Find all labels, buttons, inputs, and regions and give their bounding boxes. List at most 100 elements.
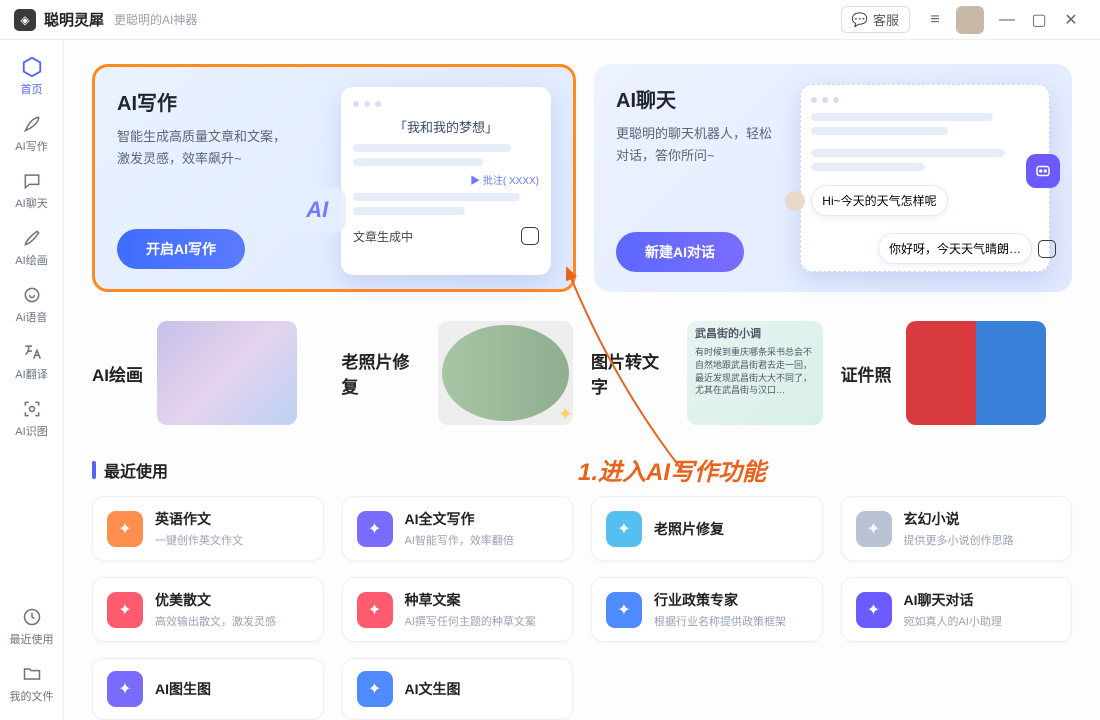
recent-card[interactable]: ✦ AI聊天对话宛如真人的AI小助理 xyxy=(841,577,1073,642)
hero-chat-title: AI聊天 xyxy=(616,84,811,113)
preview-annotation: ▶ 批注( XXXX) xyxy=(353,172,539,187)
user-avatar[interactable] xyxy=(956,6,984,34)
card-icon: ✦ xyxy=(357,511,393,547)
card-icon: ✦ xyxy=(856,592,892,628)
card-title: 种草文案 xyxy=(405,590,536,610)
hero-card-write[interactable]: AI写作 智能生成高质量文章和文案，激发灵感，效率飙升~ 开启AI写作 「我和我… xyxy=(92,64,576,292)
sidebar-label: 最近使用 xyxy=(10,631,54,647)
brush-icon xyxy=(21,227,43,249)
start-ai-write-button[interactable]: 开启AI写作 xyxy=(117,229,245,269)
customer-service-button[interactable]: 💬 客服 xyxy=(841,6,910,33)
sidebar-label: AI聊天 xyxy=(15,195,47,211)
card-title: 优美散文 xyxy=(155,590,276,610)
feature-tile[interactable]: AI绘画✦ xyxy=(92,314,324,432)
recent-section-header: 最近使用 xyxy=(92,458,1072,482)
service-label: 客服 xyxy=(873,10,899,29)
sidebar-item-files[interactable]: 我的文件 xyxy=(5,657,59,710)
card-title: 老照片修复 xyxy=(654,519,724,539)
hero-card-chat[interactable]: AI聊天 更聪明的聊天机器人，轻松对话，答你所问~ 新建AI对话 xyxy=(594,64,1072,292)
card-title: 玄幻小说 xyxy=(904,509,1014,529)
hex-mini-icon xyxy=(521,227,539,245)
chat-bubble-user: Hi~今天的天气怎样呢 xyxy=(785,185,947,216)
hero-chat-desc: 更聪明的聊天机器人，轻松对话，答你所问~ xyxy=(616,123,811,167)
sidebar-label: 首页 xyxy=(21,81,43,97)
sidebar-item-voice[interactable]: Ai语音 xyxy=(5,278,59,331)
chat-icon xyxy=(21,170,43,192)
recent-card[interactable]: ✦ 行业政策专家根据行业名称提供政策框架 xyxy=(591,577,823,642)
sidebar-label: AI绘画 xyxy=(15,252,47,268)
hero-write-desc: 智能生成高质量文章和文案，激发灵感，效率飙升~ xyxy=(117,126,312,170)
sidebar: 首页 AI写作 AI聊天 AI绘画 Ai语音 AI翻译 AI识图 最 xyxy=(0,40,64,720)
feature-tile[interactable]: 证件照 xyxy=(841,314,1073,432)
menu-icon[interactable]: ≡ xyxy=(920,5,950,35)
card-subtitle: 宛如真人的AI小助理 xyxy=(904,613,1002,629)
card-icon: ✦ xyxy=(357,592,393,628)
tile-image: ✦ xyxy=(438,321,573,425)
chat-bubble-ai: 你好呀，今天天气晴朗… xyxy=(878,233,1056,264)
app-tagline: 更聪明的AI神器 xyxy=(114,11,197,28)
feather-icon xyxy=(21,113,43,135)
sidebar-label: AI翻译 xyxy=(15,366,47,382)
ai-badge-icon: AI xyxy=(288,187,346,233)
card-icon: ✦ xyxy=(107,592,143,628)
recent-card[interactable]: ✦英语作文一键创作英文作文 xyxy=(92,496,324,561)
tile-image: 武昌街的小调有时候到重庆哪条采书总会不自然地跟武昌街君去走一回，最近发现武昌街大… xyxy=(687,321,823,425)
titlebar: ◈ 聪明灵犀 更聪明的AI神器 💬 客服 ≡ — ▢ ✕ xyxy=(0,0,1100,40)
preview-doc-title: 「我和我的梦想」 xyxy=(353,117,539,136)
audio-icon xyxy=(21,284,43,306)
sidebar-item-write[interactable]: AI写作 xyxy=(5,107,59,160)
recent-title: 最近使用 xyxy=(104,458,168,482)
card-title: AI文生图 xyxy=(405,679,461,699)
card-title: AI全文写作 xyxy=(405,509,514,529)
new-ai-chat-button[interactable]: 新建AI对话 xyxy=(616,232,744,272)
tile-image xyxy=(906,321,1046,425)
scan-icon xyxy=(21,398,43,420)
sidebar-label: 我的文件 xyxy=(10,688,54,704)
recent-card[interactable]: ✦玄幻小说提供更多小说创作思路 xyxy=(841,496,1073,561)
card-icon: ✦ xyxy=(606,592,642,628)
close-icon[interactable]: ✕ xyxy=(1056,5,1086,35)
recent-card[interactable]: ✦ 老照片修复 xyxy=(591,496,823,561)
clock-icon xyxy=(21,606,43,628)
card-subtitle: AI智能写作，效率翻倍 xyxy=(405,532,514,548)
tile-title: AI绘画 xyxy=(92,361,143,386)
main-content: AI写作 智能生成高质量文章和文案，激发灵感，效率飙升~ 开启AI写作 「我和我… xyxy=(64,40,1100,720)
card-title: AI聊天对话 xyxy=(904,590,1002,610)
sidebar-label: AI写作 xyxy=(15,138,47,154)
card-icon: ✦ xyxy=(606,511,642,547)
sidebar-item-ocr[interactable]: AI识图 xyxy=(5,392,59,445)
feature-tile[interactable]: 老照片修复 ✦ xyxy=(342,314,574,432)
sidebar-item-paint[interactable]: AI绘画 xyxy=(5,221,59,274)
sidebar-item-home[interactable]: 首页 xyxy=(5,50,59,103)
recent-card[interactable]: ✦种草文案AI撰写任何主题的种草文案 xyxy=(342,577,574,642)
card-title: AI图生图 xyxy=(155,679,211,699)
card-subtitle: 根据行业名称提供政策框架 xyxy=(654,613,786,629)
card-title: 英语作文 xyxy=(155,509,243,529)
feature-tile[interactable]: 图片转文字武昌街的小调有时候到重庆哪条采书总会不自然地跟武昌街君去走一回，最近发… xyxy=(591,314,823,432)
recent-card[interactable]: ✦ AI文生图 xyxy=(342,658,574,720)
recent-card[interactable]: ✦ 优美散文高效输出散文，激发灵感 xyxy=(92,577,324,642)
sidebar-item-recent[interactable]: 最近使用 xyxy=(5,600,59,653)
sidebar-item-translate[interactable]: AI翻译 xyxy=(5,335,59,388)
tile-title: 证件照 xyxy=(841,361,892,386)
minimize-icon[interactable]: — xyxy=(992,5,1022,35)
tile-title: 图片转文字 xyxy=(591,348,673,398)
card-icon: ✦ xyxy=(107,511,143,547)
folder-icon xyxy=(21,663,43,685)
home-hex-icon xyxy=(21,56,43,78)
card-subtitle: 高效输出散文，激发灵感 xyxy=(155,613,276,629)
preview-status: 文章生成中 xyxy=(353,228,413,245)
tile-title: 老照片修复 xyxy=(342,348,424,398)
recent-card[interactable]: ✦AI图生图 xyxy=(92,658,324,720)
recent-card[interactable]: ✦ AI全文写作 AI智能写作，效率翻倍 xyxy=(342,496,574,561)
card-icon: ✦ xyxy=(856,511,892,547)
card-title: 行业政策专家 xyxy=(654,590,786,610)
sidebar-label: AI识图 xyxy=(15,423,47,439)
hero-write-title: AI写作 xyxy=(117,87,312,116)
sidebar-item-chat[interactable]: AI聊天 xyxy=(5,164,59,217)
app-name: 聪明灵犀 xyxy=(44,9,104,30)
magic-wand-icon: ✦ xyxy=(558,404,573,425)
chat-robot-icon xyxy=(1026,154,1060,188)
card-icon: ✦ xyxy=(357,671,393,707)
maximize-icon[interactable]: ▢ xyxy=(1024,5,1054,35)
